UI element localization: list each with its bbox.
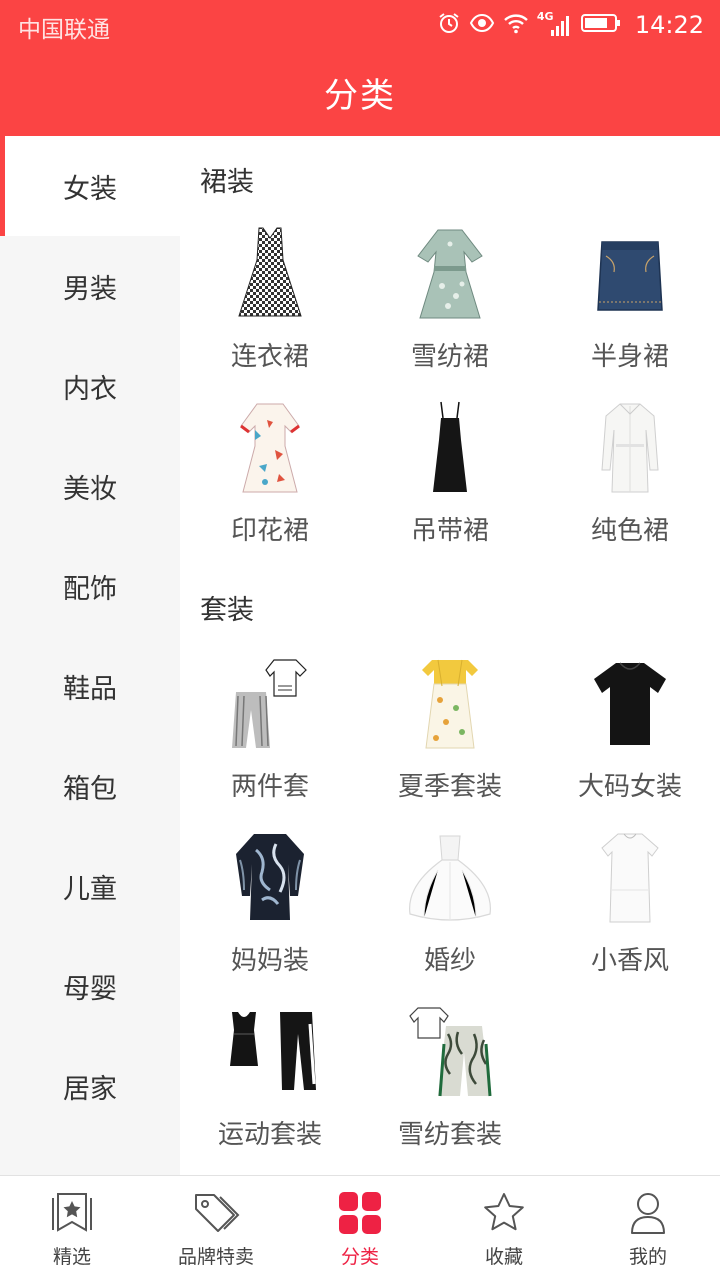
wedding-gown-icon	[400, 828, 500, 928]
page-title: 分类	[324, 76, 396, 116]
sport-set-icon	[220, 1002, 320, 1102]
eye-icon	[469, 12, 495, 38]
category-item-chanel-style[interactable]: 小香风	[540, 828, 720, 1000]
category-item-slip-dress[interactable]: 吊带裙	[360, 398, 540, 570]
sidebar-item-label: 美妆	[63, 473, 117, 505]
alarm-icon	[437, 11, 461, 39]
battery-icon	[580, 12, 621, 38]
category-item-wedding-dress[interactable]: 婚纱	[360, 828, 540, 1000]
white-shirt-dress-icon	[580, 398, 680, 498]
category-item-chiffon-set[interactable]: 雪纺套装	[360, 1002, 540, 1174]
app-header: 中国联通 4G 14:22 分类	[0, 0, 720, 136]
sidebar-item-label: 内衣	[63, 373, 117, 405]
sidebar-item-label: 女装	[63, 173, 117, 205]
sidebar-item-label: 箱包	[63, 773, 117, 805]
status-bar: 中国联通 4G 14:22	[0, 0, 720, 50]
category-content[interactable]: 裙装 连衣裙 雪纺裙 半身裙 印花裙 吊带裙 纯色裙 套装 两件套 夏季套装 大…	[180, 136, 720, 1175]
tab-label: 精选	[52, 1246, 91, 1268]
sidebar-item-label: 儿童	[63, 873, 117, 905]
clock-time: 14:22	[634, 11, 704, 39]
print-dress-icon	[220, 398, 320, 498]
category-item-label: 雪纺裙	[410, 342, 489, 372]
sidebar-item-label: 男装	[63, 273, 117, 305]
tab-label: 收藏	[484, 1246, 523, 1268]
printed-blouse-icon	[220, 828, 320, 928]
sidebar-item-label: 鞋品	[63, 673, 117, 705]
summer-set-icon	[400, 654, 500, 754]
tab-label: 分类	[340, 1246, 379, 1268]
category-grid-icon	[335, 1190, 385, 1236]
category-item-label: 大码女装	[577, 772, 682, 802]
sidebar-item-baby[interactable]: 母婴	[0, 936, 180, 1036]
category-item-print-dress[interactable]: 印花裙	[180, 398, 360, 570]
plaid-dress-icon	[220, 224, 320, 324]
sidebar-item-shoes[interactable]: 鞋品	[0, 636, 180, 736]
category-item-label: 雪纺套装	[397, 1120, 502, 1150]
denim-skirt-icon	[580, 224, 680, 324]
category-item-chiffon-dress[interactable]: 雪纺裙	[360, 224, 540, 396]
sidebar-item-children[interactable]: 儿童	[0, 836, 180, 936]
category-item-two-piece[interactable]: 两件套	[180, 654, 360, 826]
sidebar-item-label: 配饰	[63, 573, 117, 605]
category-item-label: 运动套装	[217, 1120, 322, 1150]
wifi-icon	[503, 12, 529, 38]
category-item-sport-set[interactable]: 运动套装	[180, 1002, 360, 1174]
tab-category[interactable]: 分类	[288, 1176, 432, 1281]
two-piece-set-icon	[220, 654, 320, 754]
slip-dress-icon	[400, 398, 500, 498]
chiffon-set-icon	[400, 1002, 500, 1102]
category-item-label: 婚纱	[423, 946, 476, 976]
tab-label: 我的	[628, 1246, 667, 1268]
category-item-solid-dress[interactable]: 纯色裙	[540, 398, 720, 570]
sidebar-item-home[interactable]: 居家	[0, 1036, 180, 1136]
category-item-plus-size[interactable]: 大码女装	[540, 654, 720, 826]
category-item-label: 吊带裙	[410, 516, 489, 546]
bottom-tab-bar: 精选 品牌特卖 分类 收藏 我的	[0, 1175, 720, 1280]
floral-chiffon-dress-icon	[400, 224, 500, 324]
category-item-label: 连衣裙	[230, 342, 309, 372]
category-sidebar[interactable]: 女装 男装 内衣 美妆 配饰 鞋品 箱包 儿童 母婴 居家	[0, 136, 180, 1175]
status-icons: 4G 14:22	[437, 8, 704, 42]
tab-favorites[interactable]: 收藏	[432, 1176, 576, 1281]
category-item-label: 两件套	[230, 772, 309, 802]
sidebar-item-label: 母婴	[63, 973, 117, 1005]
category-item-mom-wear[interactable]: 妈妈装	[180, 828, 360, 1000]
tab-profile[interactable]: 我的	[576, 1176, 720, 1281]
white-short-dress-icon	[580, 828, 680, 928]
category-item-skirt[interactable]: 半身裙	[540, 224, 720, 396]
sidebar-item-men[interactable]: 男装	[0, 236, 180, 336]
user-icon	[623, 1190, 673, 1236]
tab-brand-sale[interactable]: 品牌特卖	[144, 1176, 288, 1281]
tab-featured[interactable]: 精选	[0, 1176, 144, 1281]
sidebar-item-beauty[interactable]: 美妆	[0, 436, 180, 536]
sidebar-item-bags[interactable]: 箱包	[0, 736, 180, 836]
category-item-label: 半身裙	[590, 342, 669, 372]
category-item-label: 妈妈装	[230, 946, 309, 976]
carrier-label: 中国联通	[18, 17, 110, 43]
black-tshirt-icon	[580, 654, 680, 754]
star-icon	[479, 1190, 529, 1236]
category-item-label: 小香风	[590, 946, 669, 976]
category-item-label: 印花裙	[230, 516, 309, 546]
section-title-sets: 套装	[200, 595, 254, 626]
category-item-dress[interactable]: 连衣裙	[180, 224, 360, 396]
category-item-label: 纯色裙	[590, 516, 669, 546]
tab-label: 品牌特卖	[177, 1246, 254, 1268]
signal-icon: 4G	[537, 10, 573, 38]
sidebar-item-label: 居家	[63, 1073, 117, 1105]
bookmark-star-icon	[47, 1190, 97, 1236]
sidebar-item-women[interactable]: 女装	[0, 136, 180, 236]
category-item-label: 夏季套装	[397, 772, 502, 802]
category-item-summer-set[interactable]: 夏季套装	[360, 654, 540, 826]
price-tag-icon	[191, 1190, 241, 1236]
sidebar-item-accessories[interactable]: 配饰	[0, 536, 180, 636]
sidebar-item-underwear[interactable]: 内衣	[0, 336, 180, 436]
section-title-dresses: 裙装	[200, 167, 254, 198]
